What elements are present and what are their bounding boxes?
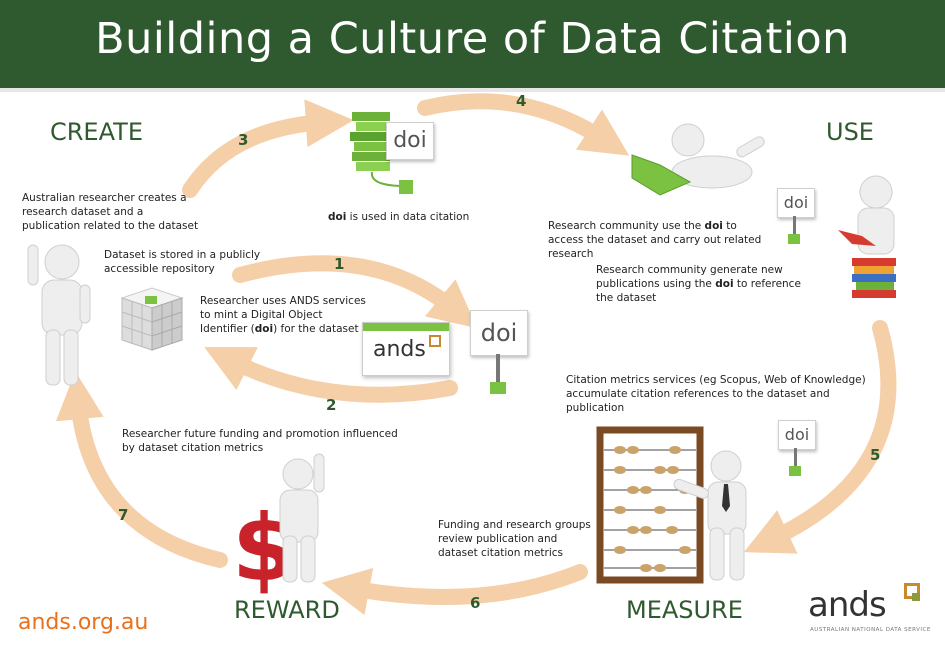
ands-logo-word: ands (808, 585, 887, 625)
step-number-2: 2 (326, 396, 337, 414)
note-mint-b: ) for the dataset (273, 323, 359, 335)
ands-logo: ands AUSTRALIAN NATIONAL DATA SERVICE (808, 583, 931, 637)
note-stored: Dataset is stored in a publicly accessib… (104, 249, 261, 275)
doi-card-measure-label: doi (784, 425, 810, 444)
doi-card-measure-stand (794, 448, 797, 466)
doi-card-center: doi (470, 310, 528, 356)
arrow-4 (417, 93, 630, 156)
ands-card-word: ands (373, 337, 426, 362)
doi-card-measure-base (789, 466, 801, 476)
reward-figure-icon (279, 453, 325, 583)
reading-figure-icon (631, 123, 765, 196)
step-number-1: 1 (334, 255, 345, 273)
create-figure-icon (27, 244, 91, 386)
doi-card-books: doi (386, 122, 434, 160)
note-access-doi: doi (704, 220, 723, 232)
doi-card-use: doi (777, 188, 815, 218)
ands-card-square (429, 335, 441, 347)
note-doi-used-term: doi (328, 211, 347, 223)
doi-card-center-base (490, 382, 506, 394)
ands-logo-subtitle: AUSTRALIAN NATIONAL DATA SERVICE (810, 627, 931, 633)
doi-card-center-label: doi (480, 319, 518, 347)
doi-card-center-stand (496, 354, 500, 384)
note-create-dataset: Australian researcher creates a research… (22, 192, 199, 232)
step-number-7: 7 (118, 506, 129, 524)
ands-card: ands (362, 322, 450, 376)
sitting-figure-books-icon (838, 175, 896, 298)
stage-measure: MEASURE (626, 596, 743, 624)
doi-card-books-label: doi (393, 128, 427, 153)
arrow-6 (321, 564, 588, 616)
step-number-5: 5 (870, 446, 881, 464)
note-access: Research community use the doi to access… (548, 219, 766, 261)
stage-create: CREATE (50, 118, 143, 146)
note-doi-used-rest: is used in data citation (346, 211, 470, 223)
data-cube-icon (120, 287, 184, 351)
step-number-6: 6 (470, 594, 481, 612)
doi-card-use-base (788, 234, 800, 244)
note-access-a: Research community use the (548, 220, 705, 232)
ands-logo-square-fill-icon (912, 593, 920, 601)
note-generate-doi: doi (715, 278, 734, 290)
footer-url[interactable]: ands.org.au (18, 610, 148, 635)
doi-card-measure: doi (778, 420, 816, 450)
doi-card-use-label: doi (783, 193, 809, 212)
arrow-3 (182, 99, 354, 198)
note-doi-used: doi is used in data citation (328, 210, 478, 224)
note-funding-review: Funding and research groups review publi… (438, 519, 591, 559)
stage-reward: REWARD (234, 596, 340, 624)
abacus-icon (596, 426, 704, 584)
arrow-7 (55, 371, 228, 568)
note-metrics: Citation metrics services (eg Scopus, We… (566, 374, 866, 414)
step-number-3: 3 (238, 131, 249, 149)
ands-card-band (363, 323, 449, 331)
doi-card-use-stand (793, 216, 796, 234)
note-mint-doi-term: doi (254, 323, 274, 335)
note-mint-doi: Researcher uses ANDS services to mint a … (200, 294, 372, 336)
note-generate: Research community generate new publicat… (596, 263, 810, 305)
note-future-funding: Researcher future funding and promotion … (122, 428, 398, 454)
stage-use: USE (826, 118, 874, 146)
step-number-4: 4 (516, 92, 527, 110)
